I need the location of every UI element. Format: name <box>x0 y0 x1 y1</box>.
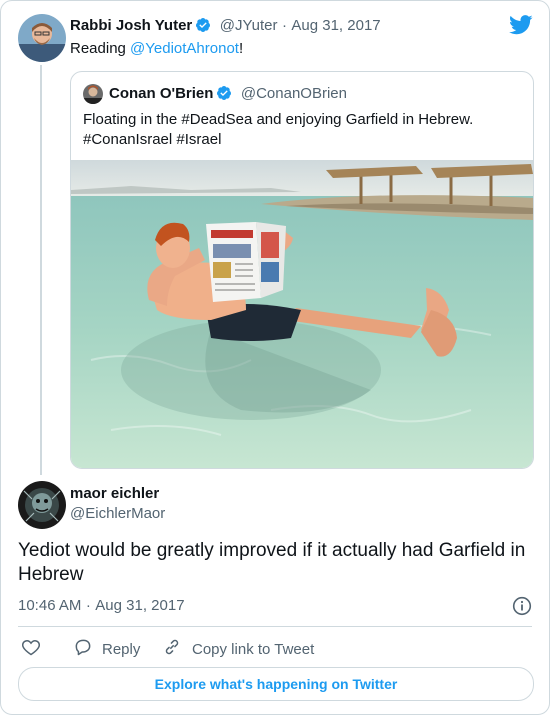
reply-date[interactable]: Aug 31, 2017 <box>95 597 184 614</box>
reply-button[interactable]: Reply <box>73 637 140 661</box>
tweet-embed-card: Rabbi Josh Yuter @JYuter · Aug 31, 2017 … <box>0 0 550 715</box>
verified-badge-icon <box>195 17 211 38</box>
reply-header: maor eichler @EichlerMaor <box>70 485 165 522</box>
explore-button[interactable]: Explore what's happening on Twitter <box>18 667 534 701</box>
tweet-date[interactable]: Aug 31, 2017 <box>291 17 380 34</box>
link-icon <box>162 637 182 661</box>
reply-timestamp[interactable]: 10:46 AM · Aug 31, 2017 <box>18 597 185 615</box>
tweet-text-suffix: ! <box>238 40 244 57</box>
copy-link-button[interactable]: Copy link to Tweet <box>162 637 314 661</box>
quoted-text-line-1: Floating in the #DeadSea and enjoying Ga… <box>83 111 474 128</box>
copy-link-label: Copy link to Tweet <box>192 640 315 658</box>
info-icon[interactable] <box>512 596 532 621</box>
quoted-text-line-2: #ConanIsrael #Israel <box>83 131 222 148</box>
reply-text: Yediot would be greatly improved if it a… <box>18 540 526 585</box>
mention-link[interactable]: @YediotAhronot <box>130 40 239 57</box>
verified-badge-icon <box>216 85 232 106</box>
quoted-tweet-photo[interactable] <box>71 160 533 468</box>
quoted-tweet-text: Floating in the #DeadSea and enjoying Ga… <box>83 110 473 150</box>
reply-author-avatar[interactable] <box>18 481 66 529</box>
quoted-header: Conan O'Brien @ConanOBrien <box>109 85 347 106</box>
reply-author-handle[interactable]: @EichlerMaor <box>70 505 165 522</box>
tweet-text-prefix: Reading <box>70 40 131 57</box>
quoted-tweet[interactable]: Conan O'Brien @ConanOBrien Floating in t… <box>70 71 534 469</box>
thread-connector-line <box>40 65 42 475</box>
author-handle[interactable]: @JYuter <box>220 17 278 34</box>
tweet-header: Rabbi Josh Yuter @JYuter · Aug 31, 2017 <box>70 17 381 38</box>
separator-dot: · <box>85 597 91 614</box>
quoted-author-name[interactable]: Conan O'Brien <box>109 85 213 102</box>
twitter-bird-icon[interactable] <box>509 15 533 40</box>
like-button[interactable] <box>21 637 41 661</box>
tweet-text: Reading @YediotAhronot! <box>70 40 243 57</box>
heart-icon <box>21 637 41 661</box>
quoted-author-handle[interactable]: @ConanOBrien <box>241 85 347 102</box>
quoted-author-avatar[interactable] <box>83 84 103 104</box>
reply-bubble-icon <box>73 637 93 661</box>
divider <box>18 626 532 627</box>
author-name[interactable]: Rabbi Josh Yuter <box>70 17 192 34</box>
author-avatar[interactable] <box>18 14 66 62</box>
reply-label: Reply <box>102 640 141 658</box>
reply-author-name[interactable]: maor eichler <box>70 485 165 502</box>
separator-dot: · <box>281 17 287 34</box>
reply-time[interactable]: 10:46 AM <box>18 597 81 614</box>
